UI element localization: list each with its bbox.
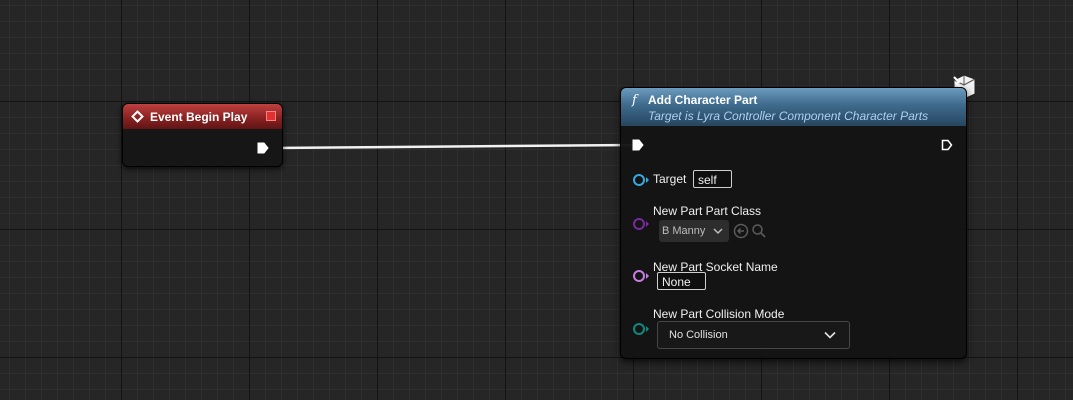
- exec-output-pin-then[interactable]: [941, 139, 953, 151]
- exec-input-pin[interactable]: [632, 139, 644, 151]
- event-node-header[interactable]: Event Begin Play: [123, 104, 282, 129]
- delegate-pin-icon[interactable]: [266, 111, 276, 121]
- collision-mode-value: No Collision: [669, 329, 728, 341]
- magnifier-icon[interactable]: [751, 223, 767, 239]
- event-node-title: Event Begin Play: [150, 109, 248, 124]
- pin-arrow-icon: [646, 177, 649, 183]
- pin-arrow-icon: [646, 221, 649, 227]
- add-character-part-node[interactable]: f Add Character Part Target is Lyra Cont…: [620, 87, 967, 359]
- function-node-subtitle: Target is Lyra Controller Component Char…: [648, 109, 929, 123]
- collision-mode-pin-icon[interactable]: [633, 323, 645, 335]
- part-class-pin-label: New Part Part Class: [653, 204, 762, 218]
- target-pin-label: Target: [653, 172, 687, 186]
- chevron-down-icon: [713, 228, 723, 235]
- function-node-title: Add Character Part: [648, 93, 758, 107]
- part-class-pin-icon[interactable]: [633, 218, 645, 230]
- pin-arrow-icon: [646, 273, 649, 279]
- socket-name-pin-icon[interactable]: [633, 270, 645, 282]
- function-f-icon: f: [632, 93, 637, 108]
- exec-output-pin[interactable]: [257, 142, 269, 154]
- target-pin-icon[interactable]: [633, 174, 645, 186]
- function-node-header[interactable]: f Add Character Part Target is Lyra Cont…: [621, 88, 966, 126]
- arrow-left-circle-icon[interactable]: [733, 223, 749, 239]
- event-begin-play-node[interactable]: Event Begin Play: [122, 103, 283, 167]
- target-value-field[interactable]: self: [693, 170, 732, 188]
- collision-mode-dropdown[interactable]: No Collision: [657, 321, 850, 349]
- event-diamond-icon: [131, 110, 144, 123]
- socket-name-value-field[interactable]: None: [657, 272, 706, 290]
- pin-arrow-icon: [646, 326, 649, 332]
- part-class-value: B Manny: [662, 225, 706, 237]
- collision-mode-pin-label: New Part Collision Mode: [653, 307, 785, 321]
- part-class-dropdown[interactable]: B Manny: [659, 220, 729, 242]
- chevron-down-icon: [824, 331, 836, 339]
